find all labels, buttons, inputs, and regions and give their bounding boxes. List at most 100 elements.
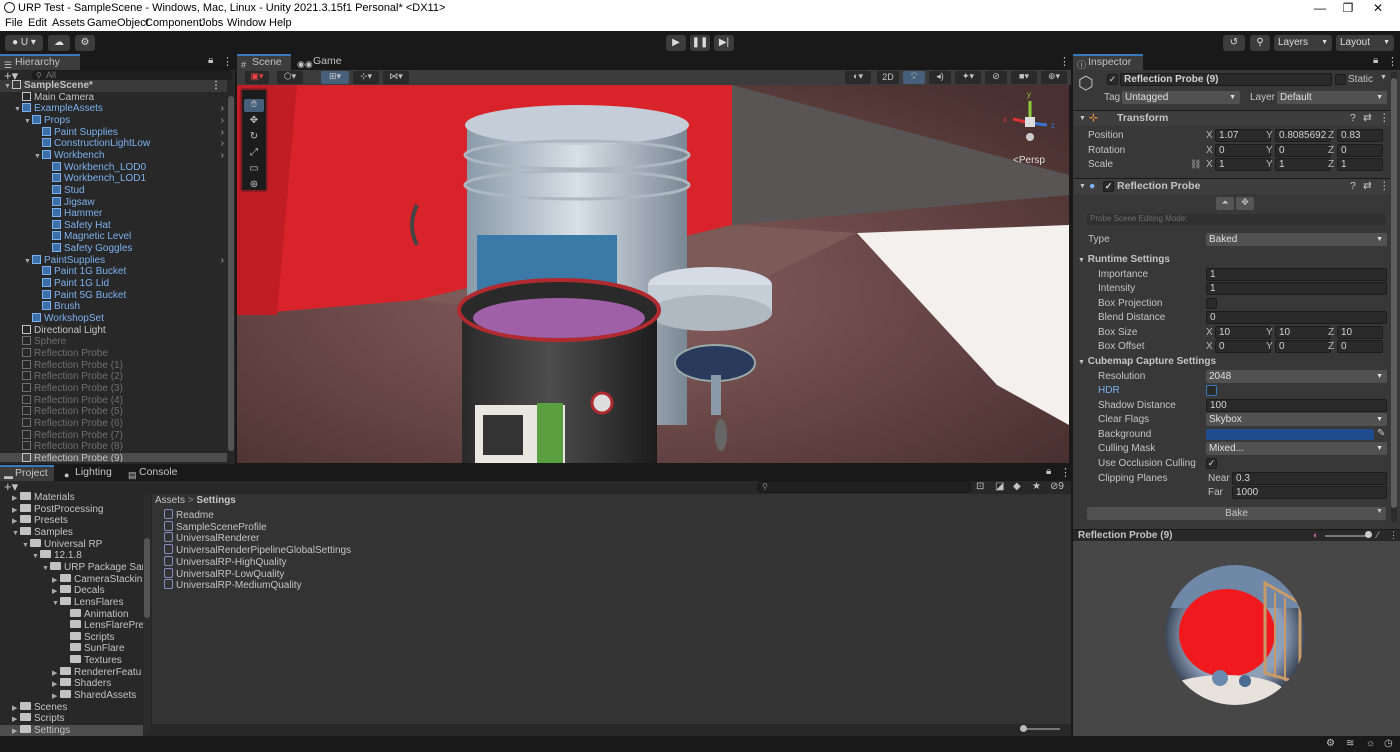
hierarchy-scrollbar[interactable] xyxy=(228,96,234,451)
box-offset-z-field[interactable]: 0 xyxy=(1337,340,1383,353)
bake-dropdown-icon[interactable]: ▼ xyxy=(1376,508,1383,515)
hierarchy-item[interactable]: Stud xyxy=(0,184,227,197)
menu-assets[interactable]: Assets xyxy=(52,17,85,29)
folder-item[interactable]: ▶ CameraStackin xyxy=(0,573,143,586)
hierarchy-item[interactable]: ▼ Props › xyxy=(0,114,227,127)
scale-y-field[interactable]: 1 xyxy=(1275,158,1331,171)
breadcrumb-assets[interactable]: Assets xyxy=(155,495,185,506)
box-offset-y-field[interactable]: 0 xyxy=(1275,340,1331,353)
lock-icon[interactable]: 🔒︎ xyxy=(1046,466,1051,477)
box-size-y-field[interactable]: 10 xyxy=(1275,326,1331,339)
folder-item[interactable]: LensFlarePre xyxy=(0,620,143,632)
background-color-swatch[interactable] xyxy=(1206,429,1374,440)
asset-item[interactable]: UniversalRenderPipelineGlobalSettings xyxy=(164,544,351,556)
reflection-probe-header[interactable]: ▼ ● ✓ Reflection Probe ? ⇄ ⋮ xyxy=(1074,178,1390,194)
hierarchy-item[interactable]: WorkshopSet xyxy=(0,313,227,325)
projection-toggle[interactable]: <Persp xyxy=(1013,155,1045,166)
clear-flags-dropdown[interactable]: Skybox xyxy=(1206,413,1387,426)
hierarchy-item[interactable]: Reflection Probe (6) xyxy=(0,417,227,430)
hidden-objects-icon[interactable]: ⊘ xyxy=(985,71,1007,84)
cloud-icon[interactable]: ☁ xyxy=(48,35,70,51)
asset-item[interactable]: UniversalRP-MediumQuality xyxy=(164,579,302,591)
folder-item[interactable]: ▶ Decals xyxy=(0,585,143,597)
menu-file[interactable]: File xyxy=(5,17,23,29)
hierarchy-item[interactable]: Hammer xyxy=(0,208,227,220)
hierarchy-item[interactable]: Workbench_LOD0 xyxy=(0,161,227,174)
more-menu-icon[interactable]: ⋮ xyxy=(1059,55,1070,68)
help-icon[interactable]: ? xyxy=(1350,179,1356,194)
hierarchy-item[interactable]: Workbench_LOD1 xyxy=(0,173,227,185)
hierarchy-item[interactable]: Main Camera xyxy=(0,91,227,104)
more-menu-icon[interactable]: ⋮ xyxy=(1387,55,1398,68)
scene-menu-icon[interactable]: ⋮ xyxy=(211,80,221,92)
scrollbar-thumb[interactable] xyxy=(144,538,150,618)
tag-dropdown[interactable]: Untagged xyxy=(1122,91,1240,104)
presets-icon[interactable]: ⇄ xyxy=(1363,179,1372,194)
exposure-slider[interactable] xyxy=(1325,535,1367,537)
play-button[interactable]: ▶ xyxy=(666,35,686,51)
hierarchy-item[interactable]: Reflection Probe (5) xyxy=(0,406,227,418)
alpha-toggle-icon[interactable]: ⁄ xyxy=(1377,530,1379,540)
lighting-toggle-icon[interactable]: 💡︎ xyxy=(903,71,925,84)
shading-mode-dropdown[interactable]: ◐▾ xyxy=(845,71,871,84)
2d-toggle[interactable]: 2D xyxy=(877,71,899,84)
search-by-type-icon[interactable]: ⊡ xyxy=(976,481,984,492)
tab-scene[interactable]: # Scene xyxy=(237,54,291,70)
hierarchy-item[interactable]: Paint Supplies › xyxy=(0,126,227,139)
folder-item[interactable]: ▼ LensFlares xyxy=(0,596,143,609)
box-size-z-field[interactable]: 10 xyxy=(1337,326,1383,339)
layer-dropdown[interactable]: Default xyxy=(1277,91,1387,104)
project-search-input[interactable]: ⚲ xyxy=(757,481,972,493)
icon-size-slider-handle[interactable] xyxy=(1020,725,1027,732)
rotation-y-field[interactable]: 0 xyxy=(1275,144,1331,157)
effects-dropdown[interactable]: ✦▾ xyxy=(955,71,981,84)
hierarchy-item[interactable]: Paint 5G Bucket xyxy=(0,289,227,302)
hierarchy-item[interactable]: Reflection Probe xyxy=(0,347,227,360)
constrain-proportions-icon[interactable]: ⛓ xyxy=(1190,159,1201,170)
box-size-x-field[interactable]: 10 xyxy=(1215,326,1271,339)
hierarchy-item[interactable]: Reflection Probe (9) xyxy=(0,452,227,462)
account-button[interactable]: ● U ▾ xyxy=(5,35,43,51)
folder-item[interactable]: Scripts xyxy=(0,631,143,644)
runtime-settings-header[interactable]: ▼ Runtime Settings xyxy=(1078,254,1170,265)
resolution-dropdown[interactable]: 2048 xyxy=(1206,370,1387,383)
box-offset-x-field[interactable]: 0 xyxy=(1215,340,1271,353)
position-x-field[interactable]: 1.07 xyxy=(1215,129,1271,142)
rotation-z-field[interactable]: 0 xyxy=(1337,144,1383,157)
hierarchy-item[interactable]: Directional Light xyxy=(0,324,227,337)
step-button[interactable]: ▶| xyxy=(714,35,734,51)
label-icon[interactable]: ◆ xyxy=(1013,481,1021,492)
menu-jobs[interactable]: Jobs xyxy=(200,17,223,29)
position-z-field[interactable]: 0.83 xyxy=(1337,129,1383,142)
hierarchy-item[interactable]: Safety Goggles xyxy=(0,243,227,255)
hierarchy-item[interactable]: Reflection Probe (2) xyxy=(0,371,227,383)
rect-tool-icon[interactable]: ▭ xyxy=(244,163,264,176)
hand-tool-icon[interactable]: ✋︎ xyxy=(244,99,264,112)
scale-z-field[interactable]: 1 xyxy=(1337,158,1383,171)
bake-button[interactable]: Bake xyxy=(1087,507,1386,520)
folder-item[interactable]: ▶ Scripts xyxy=(0,713,143,725)
filter-type-icon[interactable]: ◪ xyxy=(995,481,1004,492)
more-menu-icon[interactable]: ⋮ xyxy=(1060,466,1071,479)
asset-item[interactable]: UniversalRenderer xyxy=(164,532,259,544)
position-y-field[interactable]: 0.8085692 xyxy=(1275,129,1331,142)
component-menu-icon[interactable]: ⋮ xyxy=(1379,179,1390,194)
folder-item[interactable]: Textures xyxy=(0,655,143,667)
layers-dropdown[interactable]: Layers ▼ xyxy=(1274,35,1332,51)
camera-settings-dropdown[interactable]: ■▾ xyxy=(1011,71,1037,84)
scene-viewport[interactable]: ✋︎ ✥ ↻ ⤢ ▭ ⊛ y x z <Persp xyxy=(237,85,1069,463)
asset-item[interactable]: Readme xyxy=(164,509,214,521)
folder-item[interactable]: ▼ URP Package Sam xyxy=(0,561,143,574)
static-checkbox[interactable] xyxy=(1335,74,1346,85)
scale-x-field[interactable]: 1 xyxy=(1215,158,1271,171)
progress-icon[interactable]: ≋ xyxy=(1346,738,1354,749)
object-name-field[interactable]: Reflection Probe (9) xyxy=(1120,73,1332,86)
folder-item[interactable]: ▶ PostProcessing xyxy=(0,503,143,516)
rotate-tool-icon[interactable]: ↻ xyxy=(244,131,264,144)
scale-tool-icon[interactable]: ⤢ xyxy=(244,147,264,160)
folder-item[interactable]: ▼ Universal RP xyxy=(0,538,143,551)
exposure-slider-handle[interactable] xyxy=(1365,531,1372,538)
presets-icon[interactable]: ⇄ xyxy=(1363,111,1372,126)
hierarchy-item[interactable]: ▼ ExampleAssets › xyxy=(0,103,227,115)
folder-item[interactable]: SunFlare xyxy=(0,643,143,655)
